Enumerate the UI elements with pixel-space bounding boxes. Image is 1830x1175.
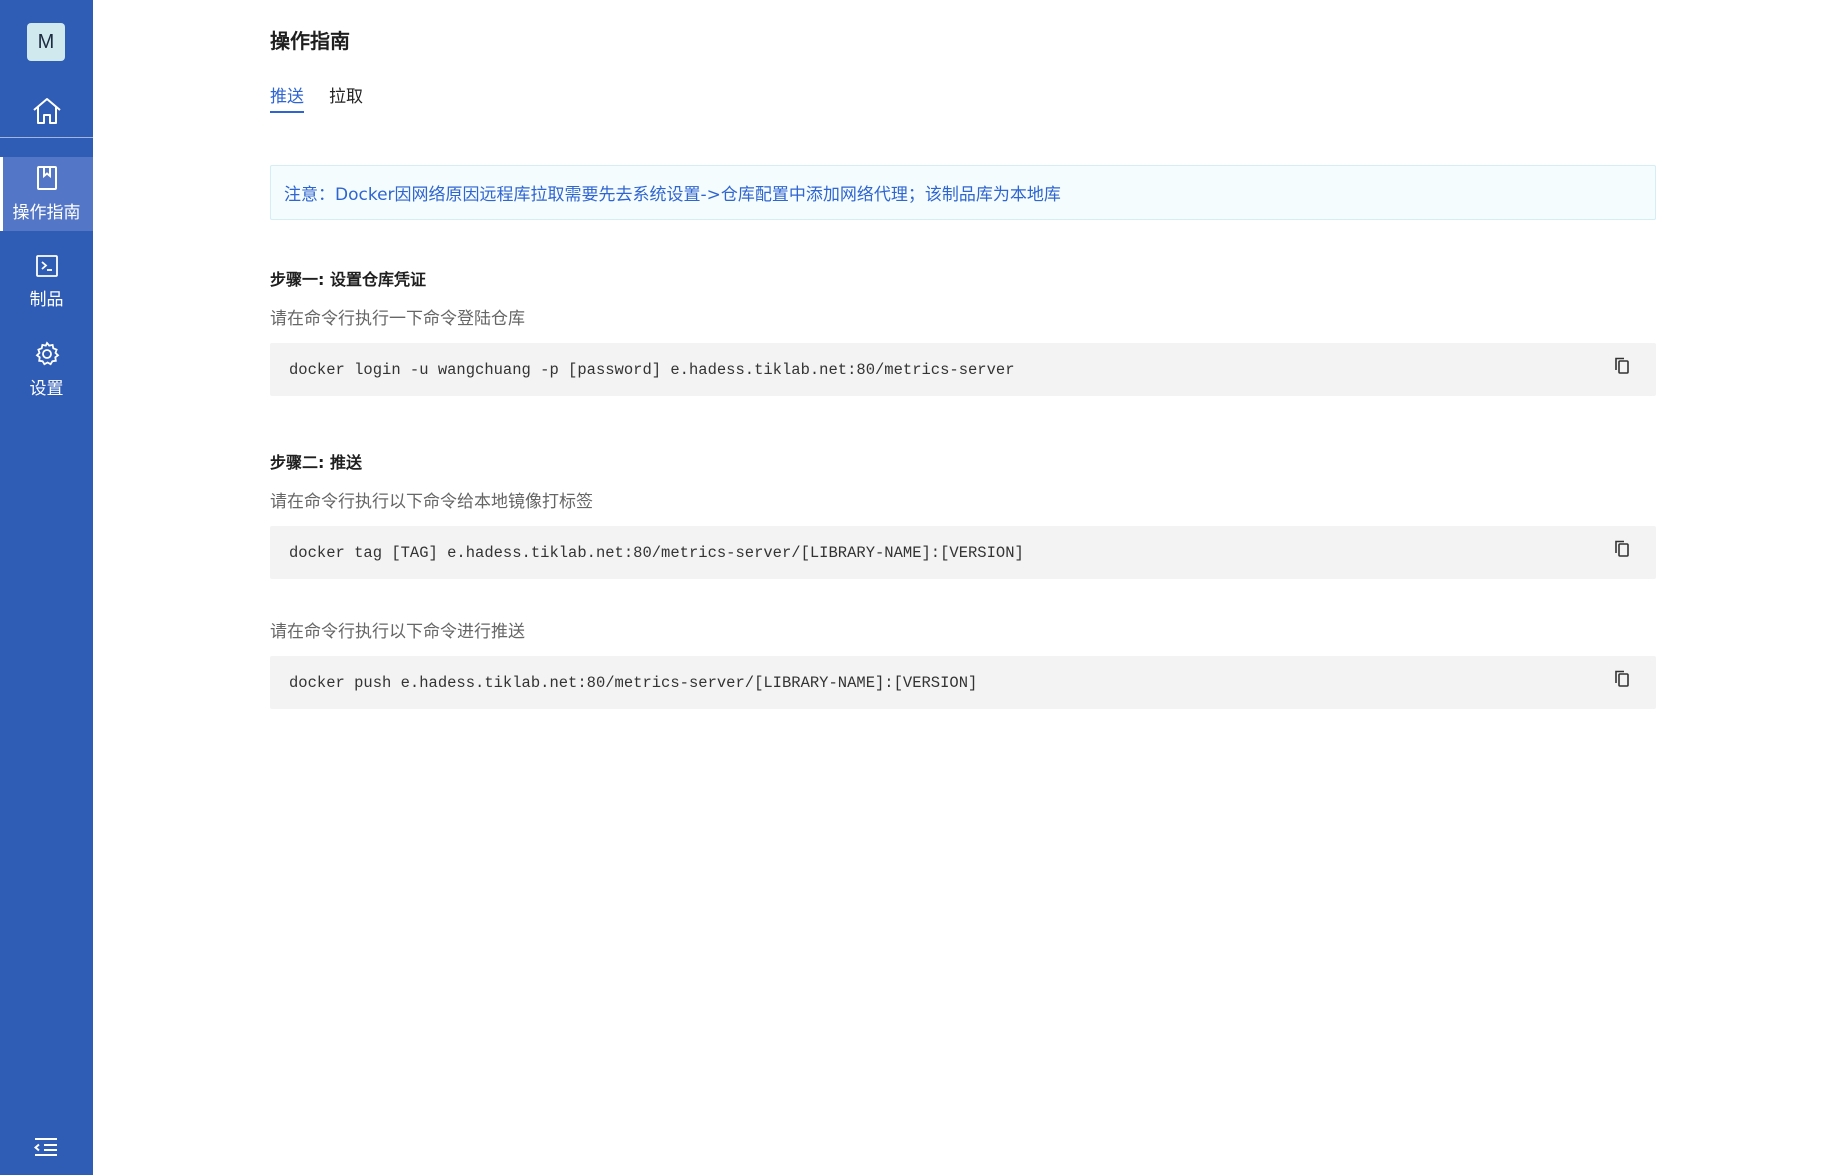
copy-icon[interactable] bbox=[1613, 669, 1631, 689]
sidebar-item-label: 制品 bbox=[29, 290, 64, 310]
book-icon bbox=[36, 166, 57, 190]
collapse-sidebar-button[interactable] bbox=[33, 1136, 59, 1158]
notice-text: 注意：Docker因网络原因远程库拉取需要先去系统设置->仓库配置中添加网络代理… bbox=[284, 185, 1061, 205]
sidebar-item-settings[interactable]: 设置 bbox=[0, 333, 93, 407]
notice-banner: 注意：Docker因网络原因远程库拉取需要先去系统设置->仓库配置中添加网络代理… bbox=[270, 165, 1656, 220]
page-title: 操作指南 bbox=[270, 29, 350, 53]
menu-collapse-icon bbox=[33, 1138, 57, 1156]
code-text[interactable]: docker tag [TAG] e.hadess.tiklab.net:80/… bbox=[289, 544, 1024, 562]
sidebar-item-guide[interactable]: 操作指南 bbox=[0, 157, 93, 231]
tab-push[interactable]: 推送 bbox=[270, 82, 304, 113]
avatar-letter: M bbox=[37, 30, 55, 53]
code-block: docker push e.hadess.tiklab.net:80/metri… bbox=[270, 656, 1656, 709]
sidebar-item-artifacts[interactable]: 制品 bbox=[0, 245, 93, 319]
code-block: docker login -u wangchuang -p [password]… bbox=[270, 343, 1656, 396]
step-description: 请在命令行执行以下命令进行推送 bbox=[270, 622, 525, 642]
home-icon bbox=[32, 98, 61, 124]
sidebar-item-label: 设置 bbox=[29, 379, 64, 399]
code-text[interactable]: docker push e.hadess.tiklab.net:80/metri… bbox=[289, 674, 977, 692]
code-block: docker tag [TAG] e.hadess.tiklab.net:80/… bbox=[270, 526, 1656, 579]
tab-pull[interactable]: 拉取 bbox=[329, 82, 363, 113]
step-title: 步骤一: 设置仓库凭证 bbox=[270, 270, 426, 289]
sidebar: M 操作指南 制品 设置 bbox=[0, 0, 93, 1175]
code-text[interactable]: docker login -u wangchuang -p [password]… bbox=[289, 361, 1015, 379]
tab-bar: 推送 拉取 bbox=[270, 82, 363, 113]
step-description: 请在命令行执行一下命令登陆仓库 bbox=[270, 309, 525, 329]
copy-icon[interactable] bbox=[1613, 539, 1631, 559]
copy-icon[interactable] bbox=[1613, 356, 1631, 376]
sidebar-item-label: 操作指南 bbox=[12, 203, 81, 223]
sidebar-divider bbox=[0, 137, 93, 138]
step-title: 步骤二: 推送 bbox=[270, 453, 362, 472]
home-button[interactable] bbox=[0, 86, 93, 136]
avatar[interactable]: M bbox=[27, 23, 65, 61]
terminal-icon bbox=[35, 255, 58, 277]
step-description: 请在命令行执行以下命令给本地镜像打标签 bbox=[270, 492, 593, 512]
gear-icon bbox=[35, 341, 59, 366]
